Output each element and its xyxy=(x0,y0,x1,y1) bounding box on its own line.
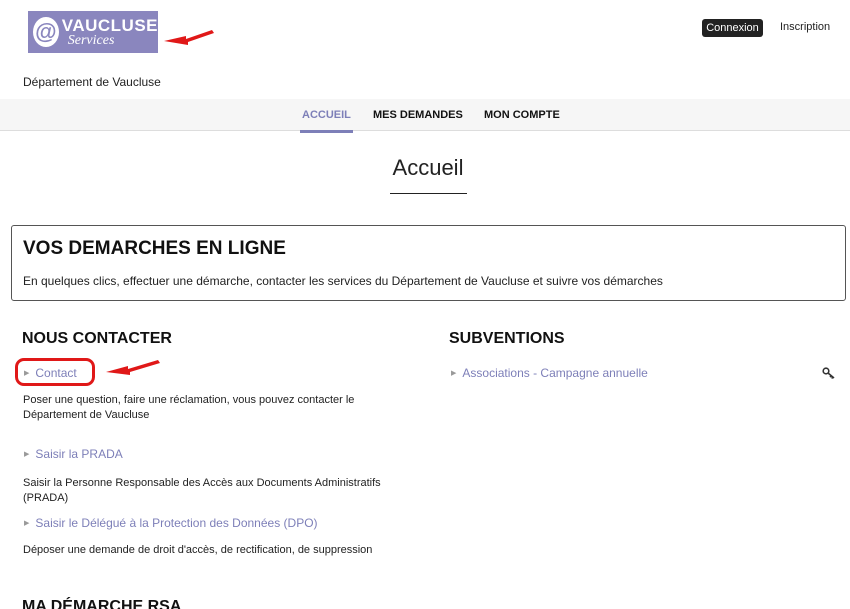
prada-link-label: Saisir la PRADA xyxy=(35,447,123,461)
demarches-panel: VOS DEMARCHES EN LIGNE En quelques clics… xyxy=(11,225,846,301)
logo-text: VAUCLUSE Services xyxy=(62,17,158,48)
demarches-heading: VOS DEMARCHES EN LIGNE xyxy=(23,238,286,259)
key-icon[interactable] xyxy=(822,366,836,380)
contact-link-label: Contact xyxy=(35,366,77,380)
prada-description: Saisir la Personne Responsable des Accès… xyxy=(23,477,381,504)
associations-link-label: Associations - Campagne annuelle xyxy=(462,366,648,380)
bullet-icon: ▶ xyxy=(24,451,30,458)
contact-section-title: NOUS CONTACTER xyxy=(22,330,172,347)
contact-description: Poser une question, faire une réclamatio… xyxy=(23,394,355,421)
demarches-text: En quelques clics, effectuer une démarch… xyxy=(23,274,663,288)
nav-tab-mes-demandes[interactable]: MES DEMANDES xyxy=(373,99,463,131)
page-title: Accueil xyxy=(392,155,464,180)
bullet-icon: ▶ xyxy=(24,370,30,377)
site-logo[interactable]: @ VAUCLUSE Services xyxy=(28,11,158,53)
nav-tab-accueil[interactable]: ACCUEIL xyxy=(300,99,353,133)
subventions-section-title: SUBVENTIONS xyxy=(449,330,565,347)
dpo-link[interactable]: ▶ Saisir le Délégué à la Protection des … xyxy=(24,516,318,530)
nav-tab-mon-compte[interactable]: MON COMPTE xyxy=(484,99,560,131)
annotation-arrow-contact xyxy=(106,360,160,375)
logo-main-text: VAUCLUSE xyxy=(61,15,158,35)
logo-at-symbol: @ xyxy=(33,17,59,47)
title-underline xyxy=(390,193,467,194)
dpo-link-label: Saisir le Délégué à la Protection des Do… xyxy=(35,516,318,530)
logo-sub-text: Services xyxy=(67,32,115,48)
department-name: Département de Vaucluse xyxy=(23,75,161,89)
prada-link[interactable]: ▶ Saisir la PRADA xyxy=(24,447,123,461)
associations-link[interactable]: ▶ Associations - Campagne annuelle xyxy=(451,366,648,380)
contact-link[interactable]: ▶ Contact xyxy=(24,366,77,380)
dpo-description: Déposer une demande de droit d'accès, de… xyxy=(23,544,373,556)
bullet-icon: ▶ xyxy=(24,520,30,527)
login-button[interactable]: Connexion xyxy=(702,19,763,37)
main-nav: ACCUEIL MES DEMANDES MON COMPTE xyxy=(0,99,850,133)
rsa-section-title: MA DÉMARCHE RSA xyxy=(22,598,182,609)
annotation-arrow-logo xyxy=(164,30,214,45)
bullet-icon: ▶ xyxy=(451,370,457,377)
signup-link[interactable]: Inscription xyxy=(780,21,830,33)
